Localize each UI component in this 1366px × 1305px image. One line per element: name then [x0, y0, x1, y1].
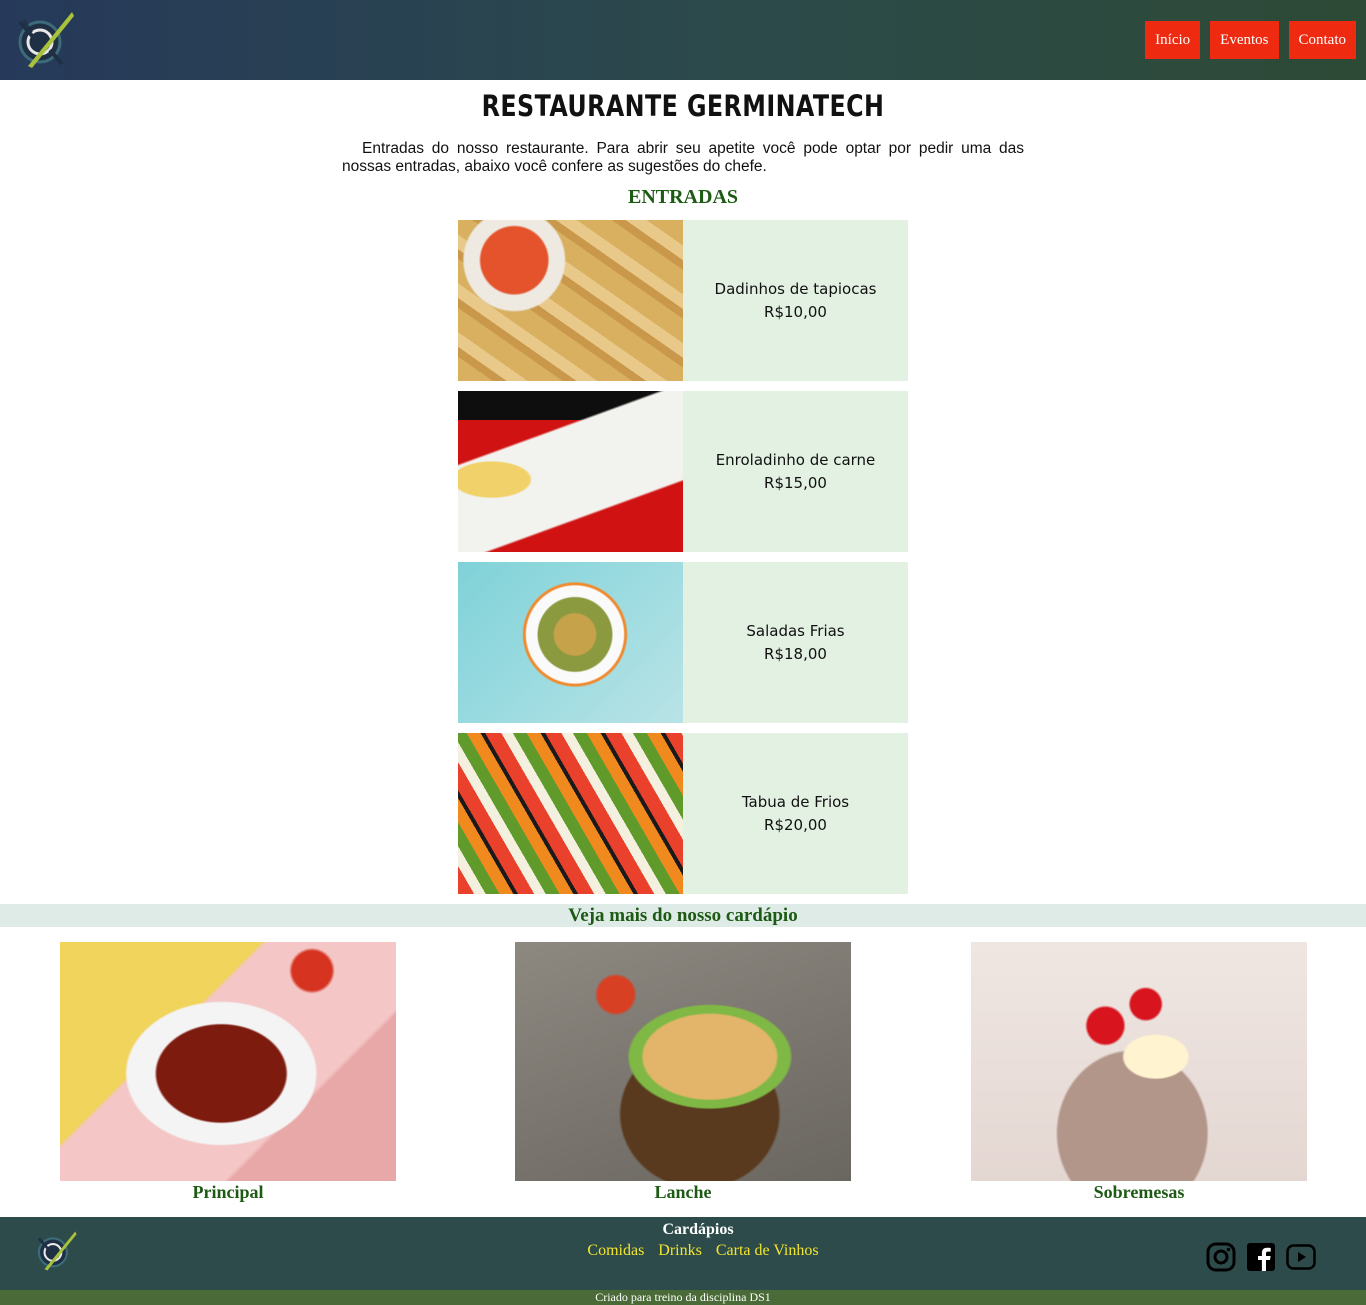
- entry-card: Saladas Frias R$18,00: [458, 562, 908, 723]
- entry-photo: [458, 391, 683, 552]
- entry-name: Enroladinho de carne: [715, 450, 876, 469]
- menu-card-label[interactable]: Sobremesas: [971, 1181, 1307, 1203]
- entry-photo: [458, 562, 683, 723]
- nav-eventos[interactable]: Eventos: [1210, 21, 1279, 59]
- facebook-icon[interactable]: [1245, 1241, 1277, 1273]
- entry-info: Dadinhos de tapiocas R$10,00: [683, 220, 908, 381]
- entry-price: R$18,00: [764, 644, 827, 663]
- menu-card-principal[interactable]: Principal: [60, 942, 396, 1203]
- youtube-icon[interactable]: [1285, 1241, 1317, 1273]
- intro-text: Entradas do nosso restaurante. Para abri…: [342, 140, 1024, 175]
- entry-name: Dadinhos de tapiocas: [714, 279, 877, 298]
- site-header: Início Eventos Contato: [0, 0, 1366, 80]
- page-title: RESTAURANTE GERMINATECH: [481, 89, 885, 123]
- nav-inicio[interactable]: Início: [1145, 21, 1201, 59]
- site-footer: Cardápios Comidas Drinks Carta de Vinhos: [0, 1217, 1366, 1290]
- instagram-icon[interactable]: [1205, 1241, 1237, 1273]
- entry-price: R$15,00: [764, 473, 827, 492]
- entry-photo: [458, 220, 683, 381]
- menu-card-lanche[interactable]: Lanche: [515, 942, 851, 1203]
- nav-contato[interactable]: Contato: [1288, 21, 1356, 59]
- entry-info: Tabua de Frios R$20,00: [683, 733, 908, 894]
- more-menu-heading: Veja mais do nosso cardápio: [0, 904, 1366, 927]
- entry-price: R$20,00: [764, 815, 827, 834]
- entry-card: Enroladinho de carne R$15,00: [458, 391, 908, 552]
- footer-link-vinhos[interactable]: Carta de Vinhos: [716, 1242, 819, 1259]
- menu-photo[interactable]: [515, 942, 851, 1181]
- footer-title: Cardápios: [662, 1221, 734, 1238]
- footer-link-comidas[interactable]: Comidas: [587, 1242, 644, 1259]
- footer-links: Comidas Drinks Carta de Vinhos: [0, 1242, 1366, 1260]
- menu-photo[interactable]: [971, 942, 1307, 1181]
- entry-info: Enroladinho de carne R$15,00: [683, 391, 908, 552]
- menu-card-label[interactable]: Principal: [60, 1181, 396, 1203]
- menu-card-label[interactable]: Lanche: [515, 1181, 851, 1203]
- footer-link-drinks[interactable]: Drinks: [658, 1242, 702, 1259]
- menu-photo[interactable]: [60, 942, 396, 1181]
- entry-name: Tabua de Frios: [741, 792, 850, 811]
- entry-card: Dadinhos de tapiocas R$10,00: [458, 220, 908, 381]
- credit-bar: Criado para treino da disciplina DS1: [0, 1290, 1366, 1305]
- entry-photo: [458, 733, 683, 894]
- main-nav: Início Eventos Contato: [1145, 21, 1356, 59]
- entry-info: Saladas Frias R$18,00: [683, 562, 908, 723]
- entry-price: R$10,00: [764, 302, 827, 321]
- menu-card-sobremesas[interactable]: Sobremesas: [971, 942, 1307, 1203]
- section-heading-entradas: ENTRADAS: [627, 186, 739, 208]
- entry-card: Tabua de Frios R$20,00: [458, 733, 908, 894]
- entry-name: Saladas Frias: [746, 621, 845, 640]
- fork-knife-logo-icon[interactable]: [10, 10, 76, 70]
